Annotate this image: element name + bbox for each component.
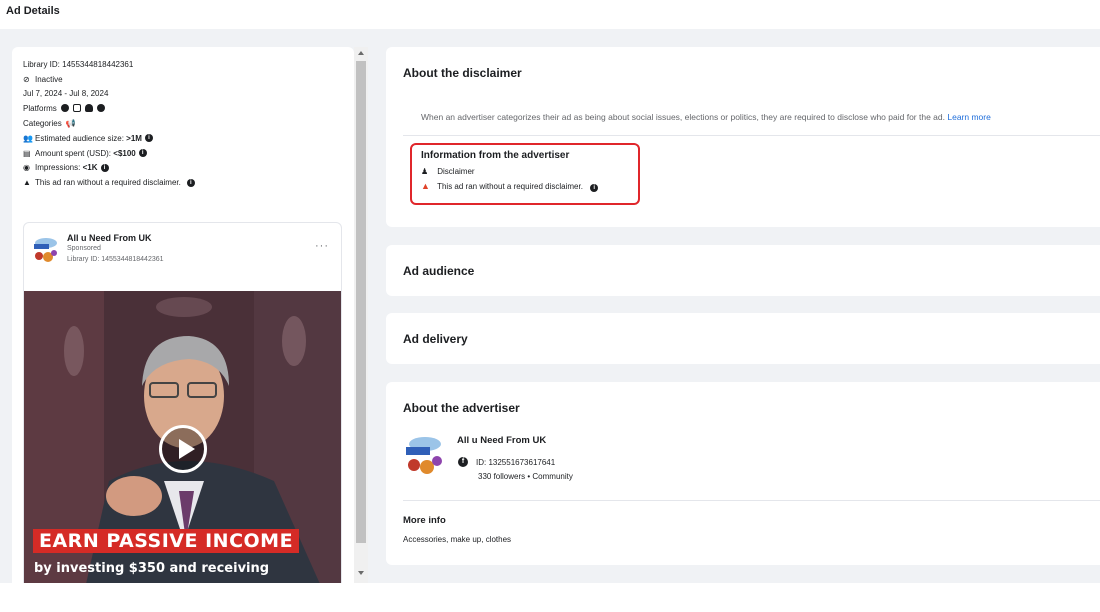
categories-row: Categories 📢 xyxy=(23,116,195,131)
ad-audience-section[interactable]: Ad audience xyxy=(386,245,1100,296)
warning-row: ▲ This ad ran without a required disclai… xyxy=(23,175,195,190)
megaphone-icon: 📢 xyxy=(65,119,76,129)
advertiser-info-box: Information from the advertiser ♟ Discla… xyxy=(410,143,640,205)
ad-delivery-title[interactable]: Ad delivery xyxy=(403,332,468,346)
status-text: Inactive xyxy=(35,74,63,84)
disclaimer-label: Disclaimer xyxy=(437,167,475,176)
platforms-row: Platforms xyxy=(23,101,195,116)
learn-more-link[interactable]: Learn more xyxy=(947,112,990,122)
impressions-value: <1K xyxy=(82,163,98,173)
audience-row: 👥 Estimated audience size: >1M i xyxy=(23,131,195,146)
warning-icon: ▲ xyxy=(421,181,430,191)
audience-network-icon xyxy=(84,103,93,112)
inactive-icon: ⊘ xyxy=(23,74,30,84)
info-icon[interactable]: i xyxy=(590,184,599,192)
disclaimer-section: About the disclaimer When an advertiser … xyxy=(386,47,1100,227)
audience-value: >1M xyxy=(126,133,142,143)
info-warning-text: This ad ran without a required disclaime… xyxy=(437,182,583,191)
disclaimer-row: ♟ Disclaimer xyxy=(421,167,475,176)
advertiser-name[interactable]: All u Need From UK xyxy=(457,435,546,446)
ad-meta: Library ID: 1455344818442361 ⊘ Inactive … xyxy=(23,57,195,190)
scrollbar-thumb[interactable] xyxy=(356,61,366,543)
platforms-label: Platforms xyxy=(23,104,57,114)
info-warning-row: ▲ This ad ran without a required disclai… xyxy=(421,181,599,192)
bottom-bar xyxy=(0,583,1100,612)
impressions-label: Impressions: xyxy=(35,163,81,173)
divider xyxy=(403,500,1100,501)
audience-label: Estimated audience size: xyxy=(35,133,124,143)
money-icon: ▤ xyxy=(23,148,31,158)
divider xyxy=(403,135,1100,136)
warning-text: This ad ran without a required disclaime… xyxy=(35,178,181,188)
facebook-icon xyxy=(60,103,69,112)
date-range: Jul 7, 2024 - Jul 8, 2024 xyxy=(23,89,109,99)
warning-icon: ▲ xyxy=(23,178,31,188)
info-icon[interactable]: i xyxy=(100,163,109,172)
spent-label: Amount spent (USD): xyxy=(35,148,112,158)
advertiser-followers: 330 followers • Community xyxy=(478,472,573,481)
status-row: ⊘ Inactive xyxy=(23,72,195,87)
advertiser-section: About the advertiser All u Need From UK … xyxy=(386,382,1100,565)
top-bar: Ad Details xyxy=(0,0,1100,29)
info-icon[interactable]: i xyxy=(144,134,153,143)
facebook-icon: f xyxy=(458,457,468,467)
disclaimer-body: When an advertiser categorizes their ad … xyxy=(421,112,945,122)
more-options-button[interactable]: ··· xyxy=(315,240,329,252)
person-icon: ♟ xyxy=(421,167,429,176)
library-id: Library ID: 1455344818442361 xyxy=(23,59,134,69)
info-box-title: Information from the advertiser xyxy=(421,150,570,161)
video-headline: EARN PASSIVE INCOME xyxy=(33,529,300,553)
advertiser-id: ID: 132551673617641 xyxy=(476,457,556,467)
impressions-row: ◉ Impressions: <1K i xyxy=(23,161,195,176)
disclaimer-text: When an advertiser categorizes their ad … xyxy=(421,112,991,122)
ad-page-name[interactable]: All u Need From UK xyxy=(67,233,152,243)
scroll-down-icon[interactable] xyxy=(358,571,364,575)
ad-delivery-section[interactable]: Ad delivery xyxy=(386,313,1100,364)
messenger-icon xyxy=(96,103,105,112)
page-avatar[interactable] xyxy=(33,235,59,265)
sponsored-label: Sponsored xyxy=(67,245,101,252)
scroll-up-icon[interactable] xyxy=(358,51,364,55)
info-icon[interactable]: i xyxy=(138,149,147,158)
people-icon: 👥 xyxy=(23,133,33,143)
ad-audience-title[interactable]: Ad audience xyxy=(403,264,474,278)
ad-library-id: Library ID: 1455344818442361 xyxy=(67,256,164,263)
spent-row: ▤ Amount spent (USD): <$100 i xyxy=(23,146,195,161)
ad-summary-panel: Library ID: 1455344818442361 ⊘ Inactive … xyxy=(12,47,354,583)
ad-video[interactable]: EARN PASSIVE INCOME by investing $350 an… xyxy=(24,291,341,583)
left-panel-scrollbar[interactable] xyxy=(354,47,368,583)
instagram-icon xyxy=(72,103,81,112)
info-icon[interactable]: i xyxy=(186,178,195,187)
platform-icons xyxy=(57,103,105,114)
video-subline: by investing $350 and receiving xyxy=(34,561,270,576)
ad-header: All u Need From UK Sponsored Library ID:… xyxy=(33,233,333,273)
play-button[interactable] xyxy=(159,425,207,473)
page-title: Ad Details xyxy=(6,5,60,17)
categories-label: Categories xyxy=(23,119,62,129)
ad-preview-card: All u Need From UK Sponsored Library ID:… xyxy=(23,222,342,583)
advertiser-title[interactable]: About the advertiser xyxy=(403,401,520,415)
more-info-value: Accessories, make up, clothes xyxy=(403,535,512,544)
advertiser-avatar[interactable] xyxy=(405,434,445,478)
eye-icon: ◉ xyxy=(23,163,30,173)
disclaimer-title[interactable]: About the disclaimer xyxy=(403,66,522,80)
more-info-label: More info xyxy=(403,515,446,526)
advertiser-id-row: f ID: 132551673617641 xyxy=(458,457,555,467)
spent-value: <$100 xyxy=(113,148,136,158)
